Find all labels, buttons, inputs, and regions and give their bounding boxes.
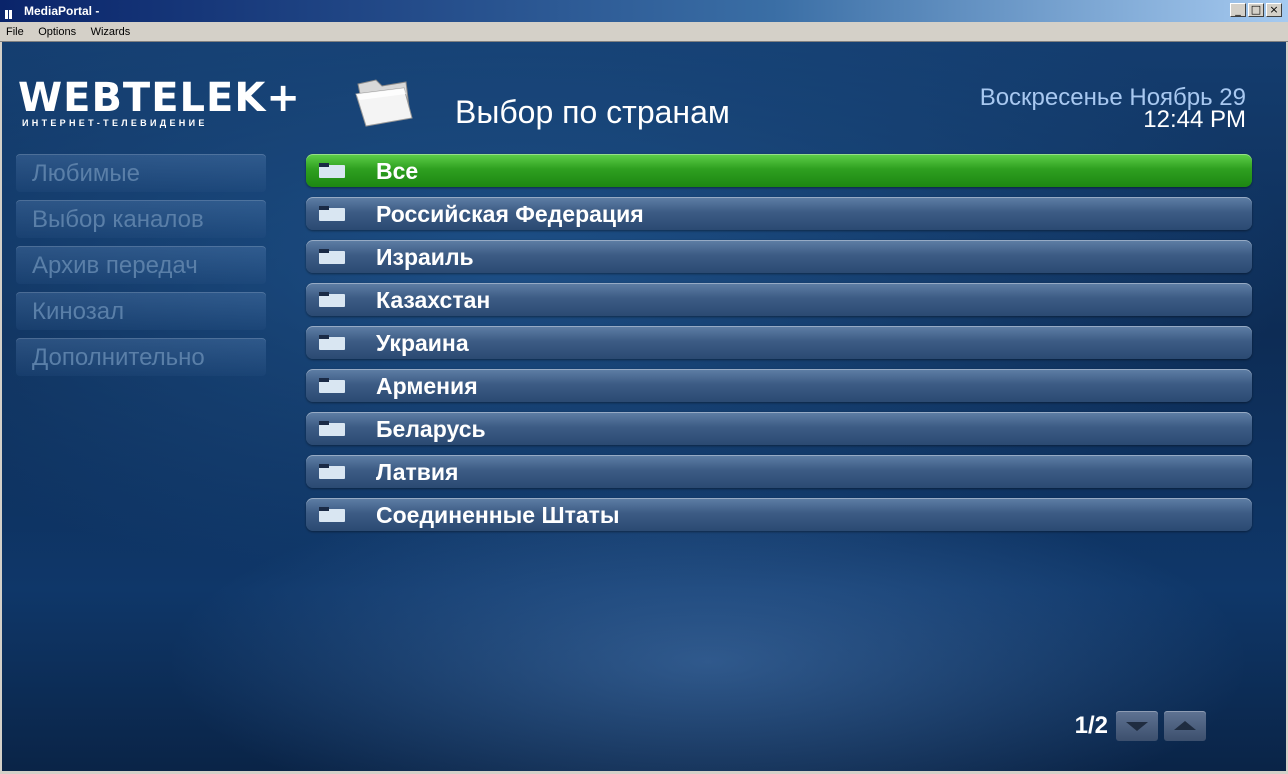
country-list: Все Российская Федерация Израиль Казахст… (306, 154, 1252, 541)
window-title: MediaPortal - (24, 4, 100, 18)
folder-icon (319, 421, 345, 436)
country-label: Все (376, 158, 419, 184)
logo: WEBTELEK+ ИНТЕРНЕТ-ТЕЛЕВИДЕНИЕ (18, 78, 301, 128)
title-bar[interactable]: MediaPortal - _ □ × (0, 0, 1288, 22)
folder-icon (319, 292, 345, 307)
side-item-archive[interactable]: Архив передач (16, 246, 266, 284)
side-item-cinema[interactable]: Кинозал (16, 292, 266, 330)
country-row[interactable]: Армения (306, 369, 1252, 402)
page-title: Выбор по странам (455, 94, 730, 130)
country-row[interactable]: Беларусь (306, 412, 1252, 445)
folder-icon (319, 378, 345, 393)
country-row[interactable]: Российская Федерация (306, 197, 1252, 230)
folder-icon (319, 249, 345, 264)
page-indicator: 1/2 (1074, 712, 1108, 739)
country-row[interactable]: Израиль (306, 240, 1252, 273)
folder-icon (319, 335, 345, 350)
chevron-down-icon (1126, 722, 1148, 731)
country-label: Беларусь (376, 416, 486, 442)
menu-options[interactable]: Options (38, 26, 76, 38)
country-label: Украина (376, 330, 469, 356)
side-item-favorites[interactable]: Любимые (16, 154, 266, 192)
maximize-button[interactable]: □ (1248, 3, 1264, 17)
country-row[interactable]: Латвия (306, 455, 1252, 488)
country-label: Российская Федерация (376, 201, 644, 227)
menu-file[interactable]: File (6, 26, 24, 38)
folder-icon (355, 79, 413, 127)
folder-icon (319, 163, 345, 178)
side-item-channel-select[interactable]: Выбор каналов (16, 200, 266, 238)
country-label: Израиль (376, 244, 474, 270)
folder-icon (319, 507, 345, 522)
country-row[interactable]: Украина (306, 326, 1252, 359)
side-item-additional[interactable]: Дополнительно (16, 338, 266, 376)
side-menu: Любимые Выбор каналов Архив передач Кино… (16, 154, 266, 384)
folder-icon (319, 206, 345, 221)
country-label: Армения (376, 373, 478, 399)
page-down-button[interactable] (1116, 711, 1158, 741)
country-label: Латвия (376, 459, 459, 485)
close-button[interactable]: × (1266, 3, 1282, 17)
pager: 1/2 (1075, 711, 1206, 741)
menu-bar: File Options Wizards (0, 22, 1288, 42)
country-label: Соединенные Штаты (376, 502, 620, 528)
country-row-all[interactable]: Все (306, 154, 1252, 187)
page-up-button[interactable] (1164, 711, 1206, 741)
minimize-button[interactable]: _ (1230, 3, 1246, 17)
country-label: Казахстан (376, 287, 491, 313)
main-stage: WEBTELEK+ ИНТЕРНЕТ-ТЕЛЕВИДЕНИЕ Выбор по … (2, 42, 1286, 771)
chevron-up-icon (1174, 721, 1196, 730)
country-row[interactable]: Казахстан (306, 283, 1252, 316)
app-icon (5, 6, 21, 19)
country-row[interactable]: Соединенные Штаты (306, 498, 1252, 531)
time-display: 12:44 PM (1143, 106, 1246, 133)
menu-wizards[interactable]: Wizards (91, 26, 131, 38)
window-controls: _ □ × (1230, 3, 1282, 17)
folder-icon (319, 464, 345, 479)
logo-text: WEBTELEK+ (18, 75, 301, 121)
